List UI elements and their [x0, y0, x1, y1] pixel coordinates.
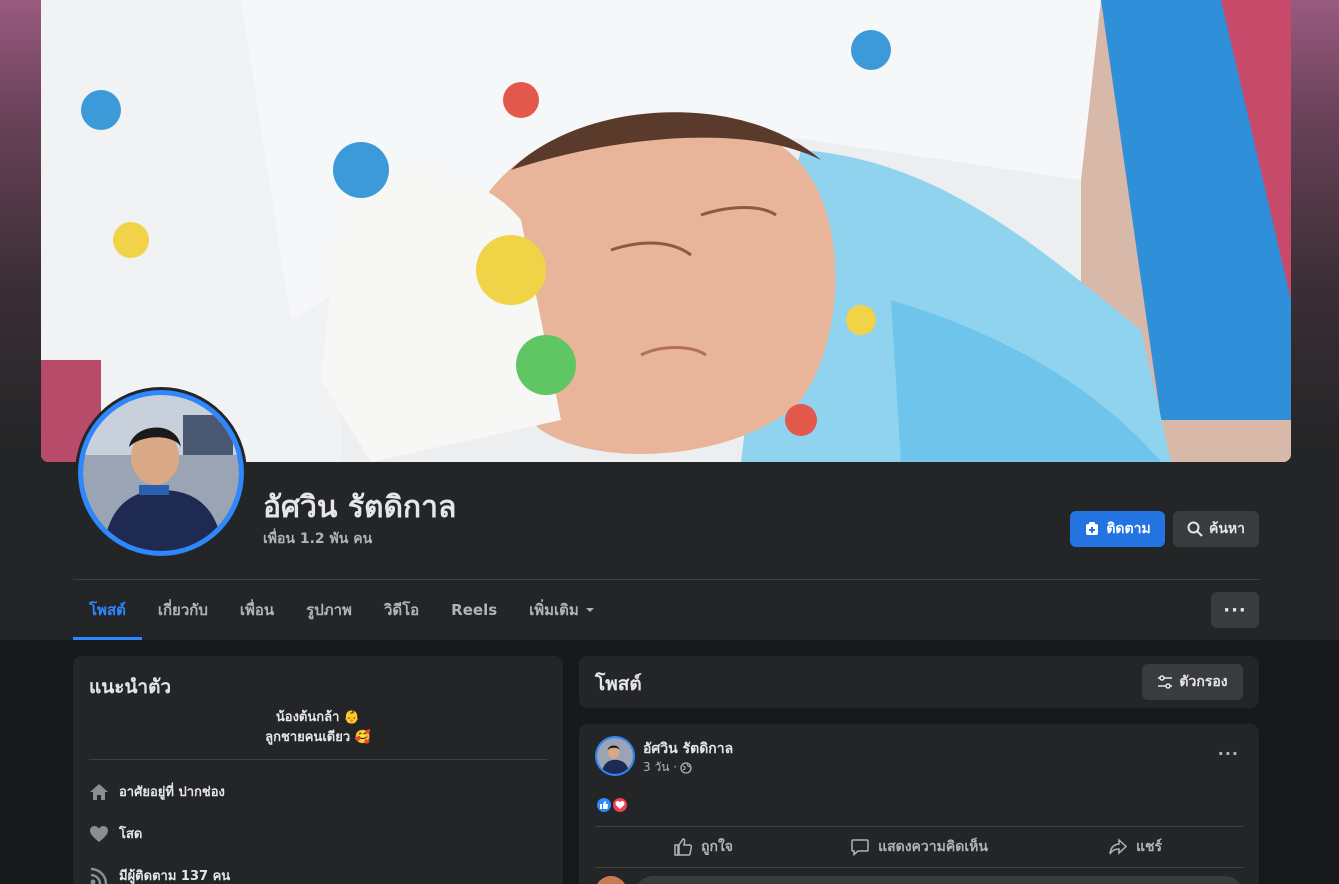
post-meta: 3 วัน · — [643, 758, 692, 777]
share-button[interactable]: แชร์ — [1027, 828, 1243, 866]
tab-photos[interactable]: รูปภาพ — [290, 580, 368, 640]
comment-icon — [851, 839, 869, 857]
like-label: ถูกใจ — [701, 839, 733, 855]
viewer-avatar[interactable] — [595, 876, 627, 884]
comment-button[interactable]: แสดงความคิดเห็น — [811, 828, 1027, 866]
like-button[interactable]: ถูกใจ — [595, 828, 811, 866]
intro-card: แนะนำตัว น้องต้นกล้า 👶 ลูกชายคนเดียว 🥰 อ… — [73, 656, 563, 884]
thumbs-up-icon — [674, 838, 693, 856]
posts-header-card: โพสต์ ตัวกรอง — [579, 656, 1259, 708]
share-label: แชร์ — [1135, 839, 1163, 855]
avatar-story-ring — [78, 390, 244, 556]
info-label: มีผู้ติดตาม 137 คน — [119, 869, 231, 884]
posts-title: โพสต์ — [595, 673, 642, 695]
profile-avatar[interactable] — [75, 387, 247, 559]
tab-label: โพสต์ — [89, 601, 126, 619]
actions-divider — [595, 826, 1243, 827]
follow-label: ติดตาม — [1106, 521, 1151, 537]
profile-name: อัศวิน รัตดิกาล — [263, 490, 457, 525]
info-lives-in: อาศัยอยู่ที่ ปากช่อง — [89, 781, 225, 802]
search-label: ค้นหา — [1208, 521, 1246, 537]
bio-divider — [89, 759, 547, 760]
actions-divider — [595, 867, 1243, 868]
filter-icon — [1158, 675, 1173, 689]
info-relationship: โสด — [89, 823, 142, 844]
post-timestamp[interactable]: 3 วัน · — [643, 758, 677, 777]
tab-videos[interactable]: วิดีโอ — [368, 580, 435, 640]
filter-button[interactable]: ตัวกรอง — [1142, 664, 1243, 700]
cover-photo[interactable] — [41, 0, 1291, 462]
avatar-photo — [597, 738, 633, 774]
tab-label: เพื่อน — [239, 601, 275, 619]
bio-line: ลูกชายคนเดียว 🥰 — [265, 730, 371, 745]
tab-friends[interactable]: เพื่อน — [224, 580, 290, 640]
caret-down-icon — [585, 608, 594, 612]
tab-label: วิดีโอ — [383, 601, 420, 619]
bio-line: น้องต้นกล้า 👶 — [275, 710, 361, 725]
info-label: โสด — [119, 827, 143, 842]
reactions-summary[interactable] — [595, 796, 629, 814]
post-options-button[interactable]: ··· — [1218, 744, 1239, 763]
post-author-name[interactable]: อัศวิน รัตดิกาล — [643, 738, 733, 760]
comment-composer — [595, 876, 1243, 884]
home-icon — [90, 783, 108, 800]
follow-button[interactable]: ติดตาม — [1070, 511, 1165, 547]
tab-more[interactable]: เพิ่มเติม — [513, 580, 611, 640]
comment-label: แสดงความคิดเห็น — [878, 839, 988, 855]
post-card: อัศวิน รัตดิกาล 3 วัน · ··· ถูกใจ แสดงคว… — [579, 724, 1259, 884]
profile-tabs: โพสต์ เกี่ยวกับ เพื่อน รูปภาพ วิดีโอ Ree… — [73, 580, 611, 640]
friend-count[interactable]: เพื่อน 1.2 พัน คน — [263, 528, 372, 550]
tab-label: Reels — [451, 601, 498, 619]
globe-icon — [680, 761, 692, 774]
share-icon — [1109, 838, 1128, 855]
tab-about[interactable]: เกี่ยวกับ — [142, 580, 224, 640]
more-options-button[interactable]: ··· — [1211, 592, 1259, 628]
follow-icon — [1086, 522, 1099, 535]
heart-icon — [90, 825, 108, 842]
avatar-photo — [83, 395, 239, 551]
filter-label: ตัวกรอง — [1179, 674, 1228, 690]
bio: น้องต้นกล้า 👶 ลูกชายคนเดียว 🥰 — [89, 708, 547, 748]
tab-label: รูปภาพ — [306, 601, 352, 619]
search-button[interactable]: ค้นหา — [1173, 511, 1259, 547]
info-label: อาศัยอยู่ที่ ปากช่อง — [119, 785, 225, 800]
tab-label: เพิ่มเติม — [529, 601, 579, 619]
tab-reels[interactable]: Reels — [435, 580, 513, 640]
love-reaction-icon — [611, 796, 629, 814]
tab-label: เกี่ยวกับ — [157, 601, 208, 619]
rss-icon — [90, 867, 108, 884]
comment-input[interactable] — [635, 876, 1243, 884]
info-followers[interactable]: มีผู้ติดตาม 137 คน — [89, 865, 230, 884]
post-author-avatar[interactable] — [595, 736, 635, 776]
search-icon — [1187, 521, 1203, 537]
post-actions: ถูกใจ แสดงความคิดเห็น แชร์ — [595, 828, 1243, 866]
tab-posts[interactable]: โพสต์ — [73, 580, 142, 640]
intro-title: แนะนำตัว — [89, 676, 172, 698]
cover-photo-image — [41, 0, 1291, 462]
